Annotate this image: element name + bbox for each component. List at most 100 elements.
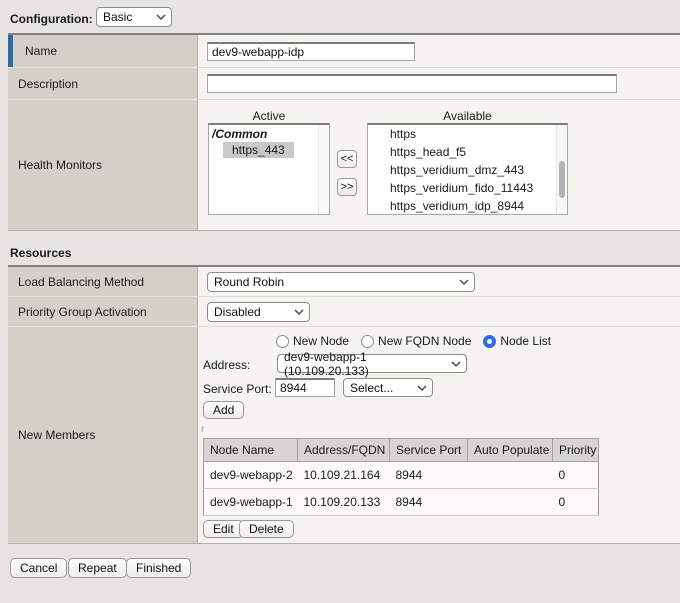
priority-group-row: Priority Group Activation Disabled (8, 297, 680, 327)
address-select[interactable]: dev9-webapp-1 (10.109.20.133) (277, 354, 467, 373)
col-node-name: Node Name (204, 439, 298, 462)
active-monitors-listbox[interactable]: /Common https_443 (208, 123, 330, 215)
member-service-port: 8944 (390, 462, 468, 489)
resources-section-header: Resources (10, 246, 71, 260)
required-indicator-bar (8, 35, 13, 67)
health-monitors-label-cell: Health Monitors (8, 100, 198, 230)
available-monitor-item[interactable]: https_veridium_dmz_443 (368, 161, 567, 179)
new-members-value-cell: New Node New FQDN Node Node List Address… (198, 327, 680, 543)
resources-table: Load Balancing Method Round Robin Priori… (8, 265, 680, 544)
col-auto-populate: Auto Populate (468, 439, 553, 462)
lb-method-select[interactable]: Round Robin (207, 272, 475, 292)
lb-method-value-cell: Round Robin (198, 267, 680, 297)
description-value-cell (198, 68, 680, 100)
active-caption: Active (208, 109, 330, 123)
priority-group-select-value: Disabled (214, 305, 261, 319)
priority-group-label: Priority Group Activation (18, 305, 147, 319)
configuration-label: Configuration: (10, 12, 93, 26)
lb-method-select-value: Round Robin (214, 275, 284, 289)
member-type-radio-group: New Node New FQDN Node Node List (276, 334, 559, 348)
new-members-label-cell: New Members (8, 327, 198, 543)
configuration-select[interactable]: Basic (96, 7, 172, 27)
available-monitor-item[interactable]: https_veridium_fido_11443 (368, 179, 567, 197)
basic-settings-table: Name Description Health Monitors Active … (8, 33, 680, 231)
service-port-select-value: Select... (350, 381, 393, 395)
name-row: Name (8, 35, 680, 68)
name-label-cell: Name (8, 35, 198, 68)
finished-button[interactable]: Finished (126, 558, 191, 578)
available-list-scrollbar[interactable] (556, 125, 567, 214)
available-monitor-item[interactable]: https_veridium_idp_8944 (368, 197, 567, 215)
new-members-row: New Members New Node New FQDN Node Node … (8, 327, 680, 543)
description-row: Description (8, 68, 680, 100)
member-priority: 0 (553, 462, 599, 489)
members-table: Node Name Address/FQDN Service Port Auto… (203, 438, 599, 516)
priority-group-value-cell: Disabled (198, 297, 680, 327)
priority-group-select[interactable]: Disabled (207, 302, 310, 322)
active-monitor-item[interactable]: https_443 (209, 142, 329, 158)
health-monitors-value-cell: Active Available /Common https_443 << >>… (198, 100, 680, 230)
member-address: 10.109.21.164 (298, 462, 390, 489)
available-monitors-listbox[interactable]: https https_head_f5 https_veridium_dmz_4… (367, 123, 568, 215)
col-priority: Priority (553, 439, 599, 462)
name-label: Name (18, 44, 57, 58)
service-port-select[interactable]: Select... (343, 378, 433, 397)
edit-member-button[interactable]: Edit (203, 520, 244, 538)
add-member-button[interactable]: Add (203, 401, 244, 419)
member-service-port: 8944 (390, 489, 468, 516)
member-priority: 0 (553, 489, 599, 516)
member-auto-populate (468, 462, 553, 489)
cancel-button[interactable]: Cancel (10, 558, 67, 578)
member-auto-populate (468, 489, 553, 516)
new-node-radio[interactable] (276, 335, 289, 348)
new-node-radio-label[interactable]: New Node (293, 334, 349, 348)
member-address: 10.109.20.133 (298, 489, 390, 516)
node-list-radio-label[interactable]: Node List (500, 334, 551, 348)
move-to-available-button[interactable]: >> (337, 178, 357, 196)
active-list-scrollbar[interactable] (318, 125, 329, 214)
node-list-radio[interactable] (483, 335, 496, 348)
lb-method-label: Load Balancing Method (18, 275, 144, 289)
chevron-down-icon (459, 279, 469, 285)
available-caption: Available (367, 109, 568, 123)
available-monitor-item[interactable]: https_head_f5 (368, 143, 567, 161)
member-node-name[interactable]: dev9-webapp-2 (204, 462, 298, 489)
name-value-cell (198, 35, 680, 68)
lb-method-row: Load Balancing Method Round Robin (8, 267, 680, 297)
health-monitors-label: Health Monitors (18, 158, 102, 172)
members-table-header-row: Node Name Address/FQDN Service Port Auto… (204, 439, 599, 462)
repeat-button[interactable]: Repeat (68, 558, 127, 578)
service-port-label: Service Port: (203, 382, 272, 396)
member-row[interactable]: dev9-webapp-2 10.109.21.164 8944 0 (204, 462, 599, 489)
active-partition-label: /Common (209, 125, 329, 142)
available-monitor-item[interactable]: https (368, 125, 567, 143)
stray-character: r (201, 424, 204, 435)
new-fqdn-node-radio-label[interactable]: New FQDN Node (378, 334, 471, 348)
lb-method-label-cell: Load Balancing Method (8, 267, 198, 297)
move-to-active-button[interactable]: << (337, 150, 357, 168)
service-port-input[interactable] (275, 378, 335, 397)
address-label: Address: (203, 358, 250, 372)
col-address-fqdn: Address/FQDN (298, 439, 390, 462)
col-service-port: Service Port (390, 439, 468, 462)
delete-member-button[interactable]: Delete (239, 520, 294, 538)
active-monitor-selected[interactable]: https_443 (223, 142, 294, 158)
health-monitors-row: Health Monitors Active Available /Common… (8, 100, 680, 230)
member-node-name[interactable]: dev9-webapp-1 (204, 489, 298, 516)
chevron-down-icon (156, 14, 166, 20)
chevron-down-icon (417, 385, 427, 391)
new-fqdn-node-radio[interactable] (361, 335, 374, 348)
member-row[interactable]: dev9-webapp-1 10.109.20.133 8944 0 (204, 489, 599, 516)
description-label: Description (18, 77, 78, 91)
available-list-scrollbar-thumb[interactable] (559, 161, 565, 198)
chevron-down-icon (294, 309, 304, 315)
configuration-select-value: Basic (103, 10, 132, 24)
address-select-value: dev9-webapp-1 (10.109.20.133) (284, 350, 448, 378)
new-members-label: New Members (18, 428, 95, 442)
name-input[interactable] (207, 42, 415, 61)
chevron-down-icon (451, 361, 461, 367)
pool-configuration-page: Configuration: Basic Name Description (0, 0, 680, 603)
priority-group-label-cell: Priority Group Activation (8, 297, 198, 327)
description-input[interactable] (207, 74, 617, 93)
description-label-cell: Description (8, 68, 198, 100)
